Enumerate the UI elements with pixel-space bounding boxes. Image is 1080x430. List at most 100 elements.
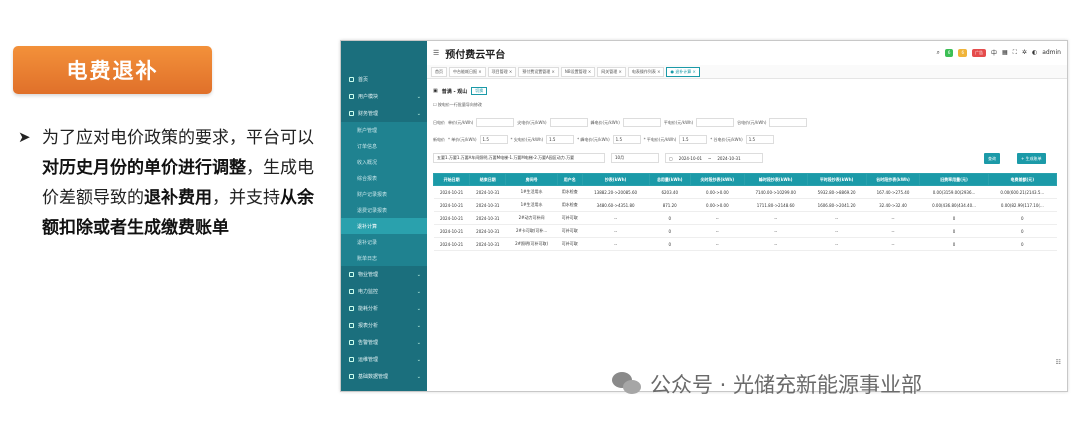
- column-header: 开始日期: [432, 173, 471, 186]
- table-cell: 0: [649, 211, 691, 225]
- sidebar-item[interactable]: 能耗分析 ⌄: [341, 300, 427, 317]
- arrow-bullet-icon: ➤: [18, 128, 31, 146]
- table-row[interactable]: 2024-10-21 2024-10-31 2#动力可补间 可补可取 -- 0 -- -- --…: [433, 211, 1057, 225]
- column-header: 用户名: [556, 173, 583, 186]
- table-cell: 2#动力可补间: [505, 211, 558, 225]
- price-input[interactable]: [549, 118, 588, 127]
- table-cell: 0.00(3159.00(2936...: [919, 185, 989, 199]
- price-input[interactable]: [769, 118, 808, 127]
- new-price-row: 新电价 * 单价(元/kWh) 1.5 * 尖电价(元/kWh) 1.5 * 峰电价(元/…: [433, 135, 774, 144]
- month-select[interactable]: 10月: [611, 153, 659, 163]
- table-row[interactable]: 2024-10-21 2024-10-31 1#生活用水 用水检查 13882.20->…: [433, 185, 1057, 199]
- sidebar-item[interactable]: 账单日志: [341, 250, 427, 266]
- sidebar-item[interactable]: 电力监控 ⌄: [341, 283, 427, 300]
- column-header: 平时段抄表(kWh): [806, 173, 867, 186]
- sidebar-item[interactable]: 退补记录: [341, 234, 427, 250]
- settings-icon[interactable]: ✲: [1022, 49, 1027, 56]
- sidebar-item[interactable]: 首页: [341, 71, 427, 88]
- chevron-down-icon: ⌄: [416, 357, 421, 363]
- column-header: 谷时段抄表(kWh): [865, 173, 921, 186]
- table-cell: 0: [988, 211, 1057, 225]
- notification-pill[interactable]: 6: [944, 48, 954, 57]
- sidebar-item[interactable]: 运维管理 ⌄: [341, 351, 427, 368]
- chevron-down-icon: ⌄: [416, 323, 421, 329]
- sidebar-item[interactable]: 退补计算: [341, 218, 427, 234]
- refund-table: 开始日期 结束日期 房间号 用户名 抄表(kWh) 总用量(kWh) 尖时段抄表(kWh) 峰…: [432, 173, 1058, 251]
- sidebar-item[interactable]: 财户记录报表: [341, 186, 427, 202]
- sidebar-item-label: 物业管理: [358, 272, 379, 278]
- generate-bill-button[interactable]: + 生成账单: [1017, 153, 1046, 164]
- table-header: 开始日期 结束日期 房间号 用户名 抄表(kWh) 总用量(kWh) 尖时段抄表(kWh) 峰…: [432, 173, 1058, 186]
- price-field-label: 谷电价(元/kWh): [737, 119, 767, 125]
- sidebar-item[interactable]: 告警管理 ⌄: [341, 334, 427, 351]
- price-input[interactable]: 1.5: [479, 135, 508, 144]
- tab-bar: 首页 中台能耗日报 × 项目管理 × 预付费设置管理 × NB设置管理 × 网关管理 × 电…: [427, 65, 1067, 79]
- table-cell: 2024-10-31: [469, 185, 506, 199]
- column-header: 电费差额(元): [987, 173, 1058, 186]
- sidebar-item[interactable]: 退费记录报表: [341, 202, 427, 218]
- column-header: 结束日期: [469, 173, 507, 186]
- table-cell: 2024-10-21: [433, 185, 470, 199]
- tab[interactable]: NB设置管理 ×: [560, 66, 596, 77]
- table-row[interactable]: 2024-10-21 2024-10-31 2#照明(可补可取) 可补可取 -- 0 -- -…: [433, 237, 1057, 251]
- table-cell: 5932.80->8869.20: [807, 185, 867, 199]
- search-icon[interactable]: ⌕: [937, 49, 940, 57]
- user-name[interactable]: admin: [1042, 49, 1061, 56]
- tab[interactable]: 电表操作列表 ×: [627, 66, 665, 77]
- sidebar-item[interactable]: 综合报表: [341, 170, 427, 186]
- price-input[interactable]: 1.5: [546, 135, 575, 144]
- price-input[interactable]: [696, 118, 735, 127]
- table-cell: 0.00(600.21(2143.5...: [988, 185, 1057, 199]
- tab[interactable]: 网关管理 ×: [597, 66, 626, 77]
- tab[interactable]: 中台能耗日报 ×: [449, 66, 486, 77]
- table-cell: 1#生活用水: [505, 198, 558, 212]
- fullscreen-icon[interactable]: ⛶: [1013, 49, 1017, 57]
- sidebar-item[interactable]: 订单信息: [341, 138, 427, 154]
- sidebar-item[interactable]: 基础数据管理 ⌄: [341, 368, 427, 385]
- sidebar-item[interactable]: 报表分析 ⌄: [341, 317, 427, 334]
- menu-icon: [349, 340, 354, 345]
- table-cell: 0: [919, 211, 989, 225]
- menu-icon: [349, 289, 354, 294]
- date-from: 2024-10-01: [678, 155, 703, 161]
- switch-project-button[interactable]: 切换: [471, 87, 488, 95]
- sidebar-item[interactable]: 用户模块 ⌄: [341, 88, 427, 105]
- sidebar-item-label: 运维管理: [358, 357, 379, 363]
- price-input[interactable]: 1.5: [745, 135, 774, 144]
- alert-pill[interactable]: 6: [958, 48, 968, 57]
- sidebar-item[interactable]: 财务管理 ⌄: [341, 105, 427, 122]
- chevron-down-icon: ⌄: [416, 272, 421, 278]
- price-input[interactable]: [622, 118, 661, 127]
- sidebar-item[interactable]: 账户管理: [341, 122, 427, 138]
- table-cell: --: [807, 211, 867, 225]
- date-range[interactable]: ▢ 2024-10-01 ~ 2024-10-31: [665, 153, 763, 163]
- sidebar-item[interactable]: 物业管理 ⌄: [341, 266, 427, 283]
- sidebar-item-label: 能耗分析: [358, 306, 379, 312]
- tab[interactable]: 首页: [431, 66, 447, 77]
- table-cell: --: [690, 211, 745, 225]
- grid-icon[interactable]: ▦: [1002, 49, 1008, 56]
- table-cell: --: [690, 237, 745, 251]
- price-row-label: 日电价: [433, 119, 445, 125]
- theme-icon[interactable]: ◐: [1032, 49, 1037, 56]
- table-row[interactable]: 2024-10-21 2024-10-31 1#生活用水 用水检查 3480.60->4…: [433, 198, 1057, 212]
- table-cell: 0: [919, 237, 989, 251]
- menu-icon: [349, 306, 354, 311]
- tab[interactable]: 预付费设置管理 ×: [518, 66, 559, 77]
- tab[interactable]: 项目管理 ×: [487, 66, 517, 77]
- batch-edit-checkbox[interactable]: ☐ 按电价一行批量导向修改: [433, 102, 482, 108]
- price-input[interactable]: 1.5: [612, 135, 641, 144]
- query-button[interactable]: 查询: [984, 153, 1000, 164]
- tab[interactable]: ● 退补计算 ×: [666, 66, 700, 77]
- sidebar-item[interactable]: 收入概况: [341, 154, 427, 170]
- menu-toggle-icon[interactable]: ☰: [433, 49, 439, 57]
- price-input[interactable]: 1.5: [679, 135, 708, 144]
- column-toggle-icon[interactable]: ☷: [1056, 359, 1061, 366]
- table-row[interactable]: 2024-10-21 2024-10-31 2#卡可取(可补... 可补可取 -- 0 --…: [433, 224, 1057, 238]
- price-input[interactable]: [476, 118, 515, 127]
- language-icon[interactable]: 中: [991, 48, 997, 57]
- meter-select[interactable]: 五要1.万要1.万要A车间照明,万要M电梯-1.万要M电梯-2.万要A园区动力.…: [433, 153, 605, 163]
- menu-icon: [349, 94, 354, 99]
- chevron-down-icon: ⌄: [416, 306, 421, 312]
- ad-pill[interactable]: 广告: [972, 48, 987, 57]
